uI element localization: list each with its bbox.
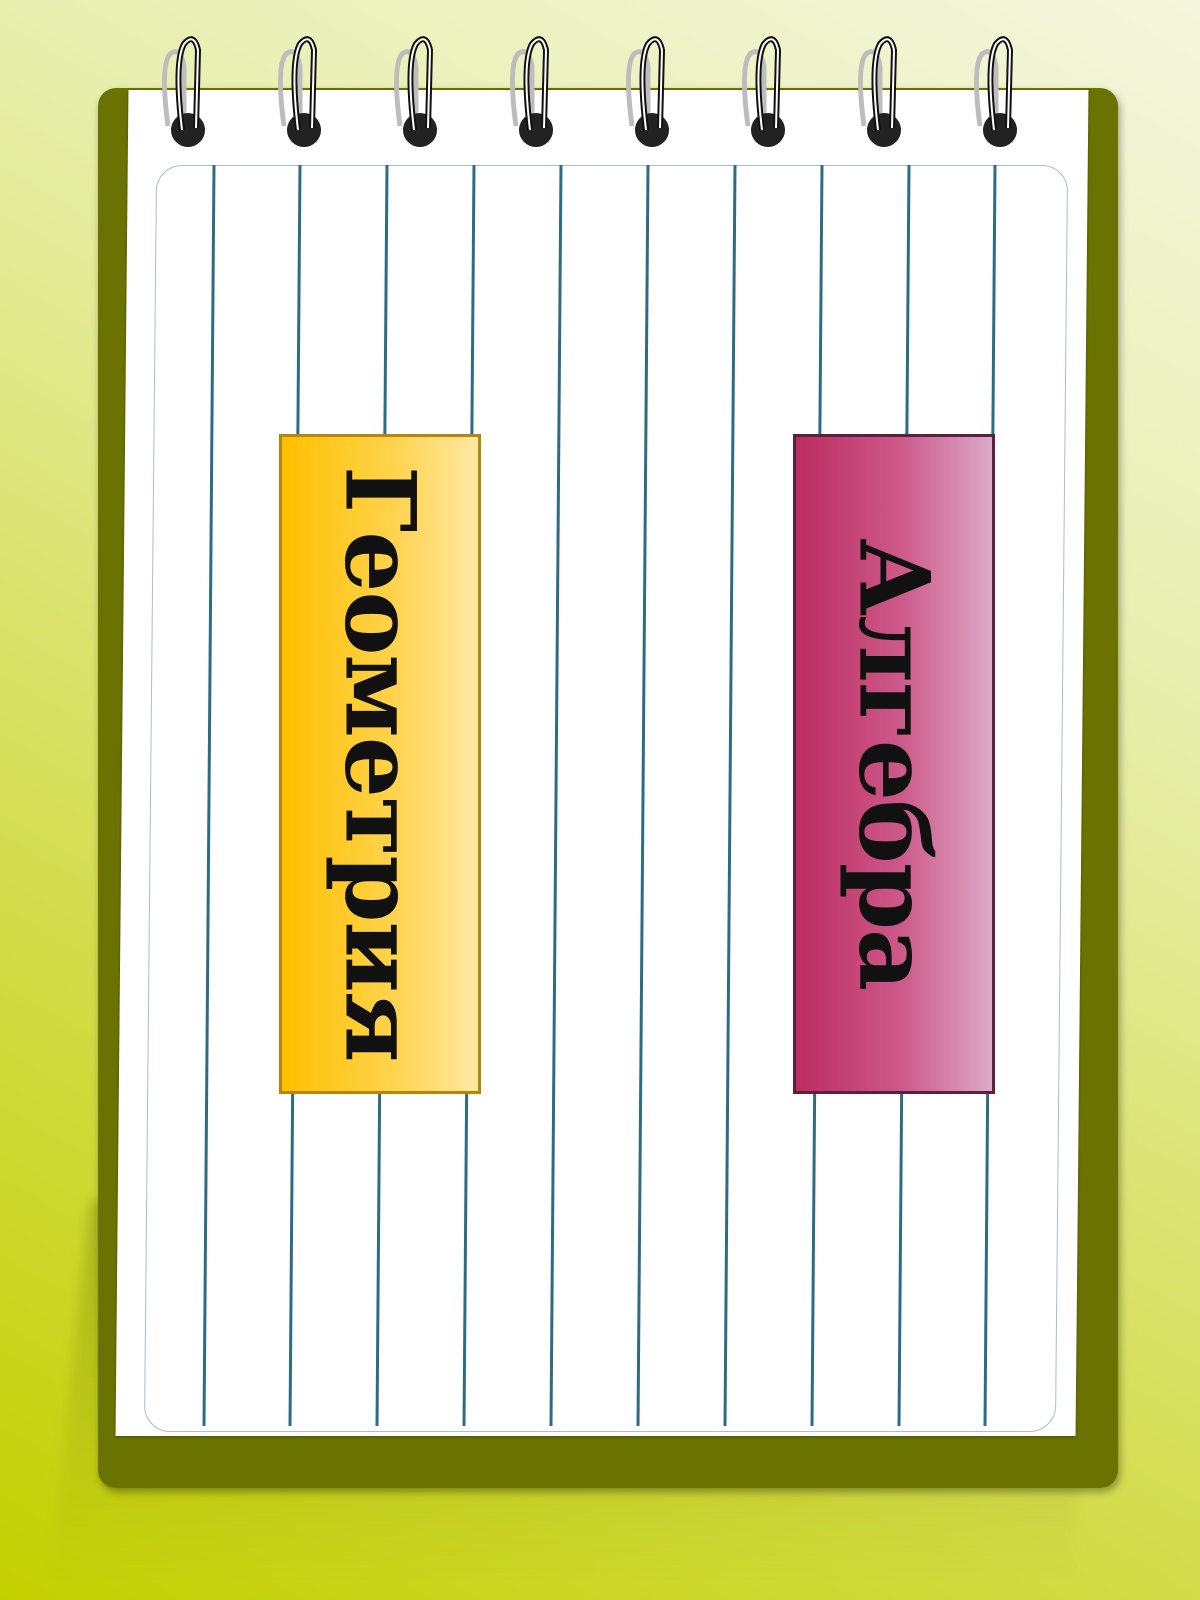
spiral-ring-icon (509, 36, 553, 147)
spiral-ring-icon (277, 36, 321, 147)
spiral-ring-icon (857, 36, 901, 147)
spiral-ring-icon (625, 36, 669, 147)
geometry-tab[interactable]: Геометрия (279, 434, 481, 1094)
spiral-ring-icon (161, 36, 205, 147)
spiral-ring-icon (741, 36, 785, 147)
algebra-tab[interactable]: Алгебра (793, 434, 995, 1094)
ruled-lines (202, 164, 997, 1427)
spiral-ring-icon (973, 36, 1017, 147)
algebra-label: Алгебра (837, 537, 951, 991)
spiral-ring-icon (393, 36, 437, 147)
geometry-label: Геометрия (323, 466, 437, 1062)
